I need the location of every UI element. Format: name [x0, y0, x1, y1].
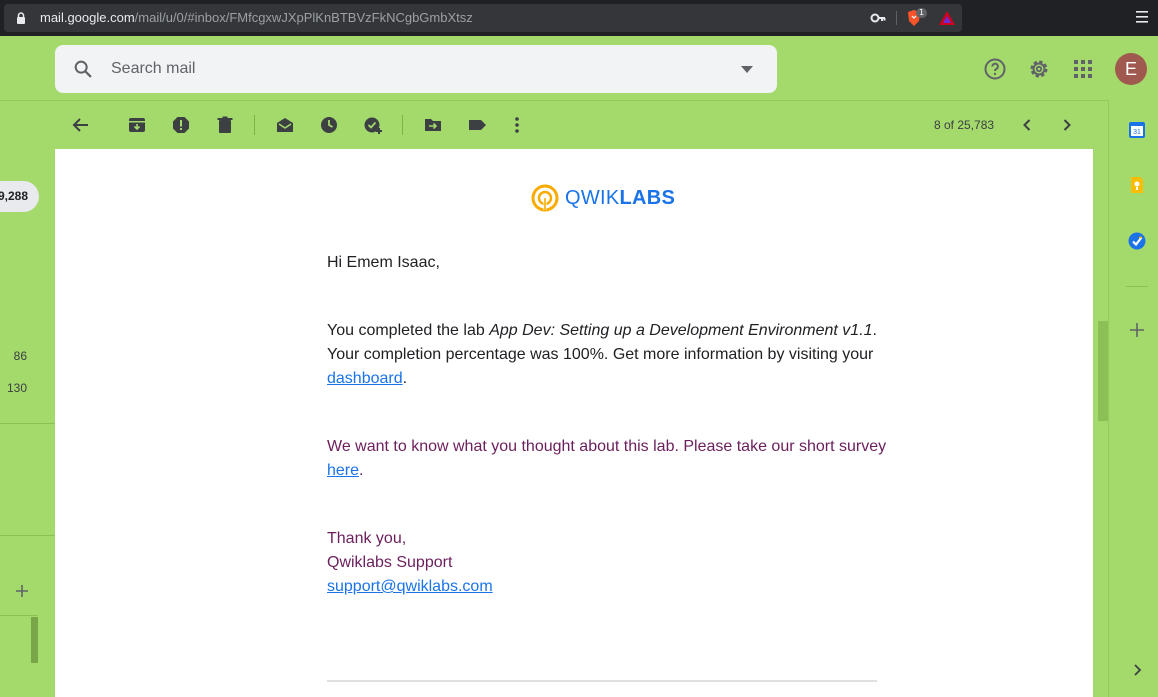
email-scrollbar-thumb[interactable] — [1098, 321, 1108, 421]
back-arrow-icon[interactable] — [71, 115, 91, 135]
search-icon[interactable] — [72, 58, 94, 80]
folder-count[interactable]: 130 — [0, 381, 27, 395]
qwiklabs-logo: QWIKLABS — [531, 184, 675, 212]
sidebar-divider — [0, 535, 55, 536]
inbox-unread-count[interactable]: 9,288 — [0, 181, 39, 212]
apps-grid-icon[interactable] — [1071, 57, 1095, 81]
email-scrollbar-track[interactable] — [1093, 149, 1108, 697]
report-spam-icon[interactable] — [171, 115, 191, 135]
qwiklabs-logo-text: QWIKLABS — [565, 187, 675, 210]
tasks-icon[interactable] — [1128, 232, 1146, 250]
browser-menu-icon[interactable] — [1136, 10, 1148, 24]
url-text[interactable]: mail.google.com/mail/u/0/#inbox/FMfcgxwJ… — [40, 10, 473, 25]
text-span: . — [359, 462, 364, 479]
survey-link[interactable]: here — [327, 462, 359, 479]
calendar-icon[interactable]: 31 — [1128, 121, 1146, 139]
support-email-link[interactable]: support@qwiklabs.com — [327, 578, 493, 595]
side-panel-separator — [1126, 286, 1148, 287]
help-icon[interactable] — [983, 57, 1007, 81]
newer-chevron-left-icon[interactable] — [1017, 115, 1037, 135]
search-bar[interactable] — [55, 45, 777, 93]
show-side-panel-chevron-icon[interactable] — [1128, 661, 1146, 679]
search-options-icon[interactable] — [741, 66, 753, 73]
dashboard-link[interactable]: dashboard — [327, 370, 403, 387]
label-tag-icon[interactable] — [467, 115, 487, 135]
snooze-clock-icon[interactable] — [319, 115, 339, 135]
sidebar-scrollbar[interactable] — [31, 617, 38, 663]
add-to-tasks-icon[interactable] — [363, 115, 383, 135]
email-signoff: Thank you, — [327, 530, 407, 547]
sidebar-divider — [0, 423, 55, 424]
older-chevron-right-icon[interactable] — [1057, 115, 1077, 135]
pagination-count: 8 of 25,783 — [934, 118, 995, 132]
text-span: We want to know what you thought about t… — [327, 438, 887, 455]
url-path: /mail/u/0/#inbox/FMfcgxwJXpPlKnBTBVzFkNC… — [134, 10, 473, 25]
email-signature-email: support@qwiklabs.com — [327, 575, 887, 599]
mark-as-unread-icon[interactable] — [275, 115, 295, 135]
browser-toolbar: mail.google.com/mail/u/0/#inbox/FMfcgxwJ… — [0, 0, 1158, 36]
email-signature-name: Qwiklabs Support — [327, 554, 453, 571]
key-icon[interactable] — [870, 10, 886, 26]
brave-shields-badge: 1 — [916, 8, 928, 18]
sidebar-divider — [0, 615, 38, 616]
url-host: mail.google.com — [40, 10, 135, 25]
side-panel-divider — [1108, 100, 1109, 697]
email-body — [55, 149, 1093, 697]
more-options-icon[interactable] — [507, 115, 527, 135]
folder-count[interactable]: 86 — [0, 349, 27, 363]
text-span: . — [402, 370, 408, 387]
get-addons-plus-icon[interactable] — [1128, 321, 1146, 339]
email-footer-divider — [327, 680, 877, 682]
move-to-folder-icon[interactable] — [423, 115, 443, 135]
email-paragraph-completion: You completed the lab App Dev: Setting u… — [327, 319, 887, 391]
address-bar-separator — [896, 11, 897, 25]
email-greeting: Hi Emem Isaac, — [327, 254, 440, 271]
toolbar-separator — [254, 115, 255, 135]
lock-icon — [17, 12, 25, 24]
brave-rewards-icon[interactable] — [938, 10, 956, 26]
lab-title: App Dev: Setting up a Development Enviro… — [489, 322, 873, 339]
add-label-plus-icon[interactable] — [15, 584, 29, 598]
qwiklabs-logo-icon — [531, 184, 559, 212]
search-input[interactable] — [111, 59, 711, 79]
delete-trash-icon[interactable] — [215, 115, 235, 135]
logo-text-part: LABS — [619, 186, 676, 209]
email-paragraph-survey: We want to know what you thought about t… — [327, 435, 887, 483]
header-divider — [0, 100, 1108, 101]
logo-text-part: QWIK — [565, 186, 620, 209]
archive-icon[interactable] — [127, 115, 147, 135]
calendar-day: 31 — [1133, 129, 1141, 136]
keep-icon[interactable] — [1128, 176, 1146, 194]
settings-gear-icon[interactable] — [1027, 57, 1051, 81]
account-avatar[interactable]: E — [1115, 53, 1147, 85]
address-bar[interactable]: mail.google.com/mail/u/0/#inbox/FMfcgxwJ… — [4, 4, 962, 32]
text-span: You completed the lab — [327, 322, 490, 339]
toolbar-separator — [402, 115, 403, 135]
